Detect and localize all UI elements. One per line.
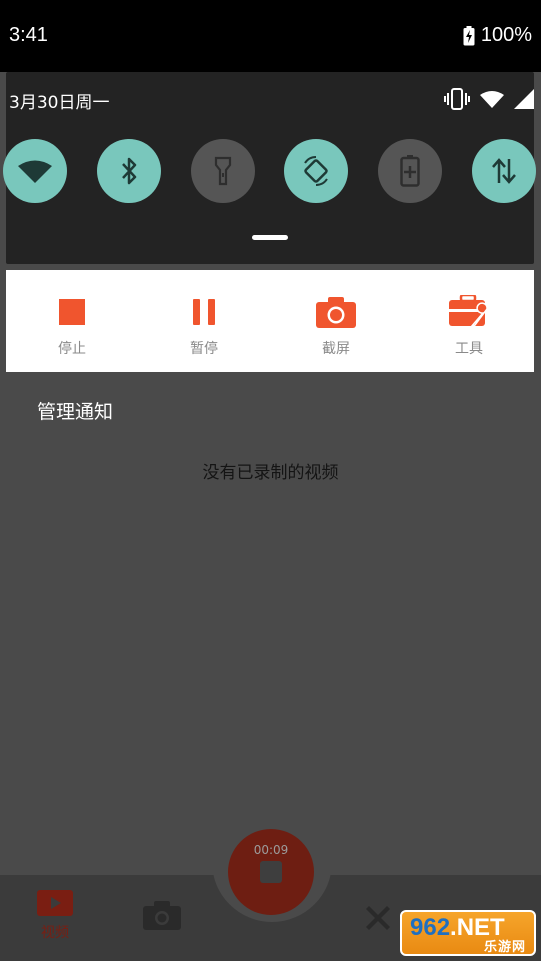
- watermark-number: 962: [410, 914, 451, 941]
- qs-tile-rotate[interactable]: [284, 139, 348, 203]
- qs-tile-battery-saver[interactable]: [378, 139, 442, 203]
- nav-tools-tab[interactable]: [363, 903, 393, 937]
- notif-pause-label: 暂停: [190, 341, 218, 357]
- notif-tools-button[interactable]: 工具: [429, 292, 509, 358]
- qs-date: 3月30日周一: [9, 93, 110, 113]
- manage-notifications-link[interactable]: 管理通知: [37, 397, 113, 424]
- flashlight-icon: [214, 156, 232, 186]
- stop-icon: [59, 299, 85, 325]
- tools-icon: [366, 906, 390, 930]
- wifi-signal-icon: [480, 91, 504, 108]
- battery-saver-icon: [400, 155, 420, 187]
- toolbox-icon: [449, 295, 488, 328]
- nav-video-label: 视频: [41, 925, 69, 941]
- qs-drag-handle[interactable]: [252, 235, 288, 240]
- nav-video-tab[interactable]: 视频: [30, 890, 80, 942]
- qs-tile-mobile-data[interactable]: [472, 139, 536, 203]
- bluetooth-icon: [122, 157, 137, 185]
- notif-screenshot-label: 截屏: [322, 341, 350, 357]
- status-bar: 3:41 100%: [0, 0, 541, 72]
- cell-signal-icon: [514, 89, 534, 109]
- notif-stop-button[interactable]: 停止: [32, 292, 112, 358]
- status-time: 3:41: [9, 24, 48, 46]
- pause-icon: [193, 299, 215, 325]
- camera-icon: [316, 297, 356, 328]
- battery-charging-icon: [463, 25, 475, 45]
- quick-settings-panel: 3月30日周一: [3, 72, 536, 264]
- mobile-data-icon: [492, 158, 516, 184]
- empty-state-message: 没有已录制的视频: [202, 463, 339, 483]
- qs-tile-bluetooth[interactable]: [97, 139, 161, 203]
- notif-screenshot-button[interactable]: 截屏: [296, 292, 376, 358]
- vibrate-icon: [444, 88, 470, 110]
- site-watermark: 962.NET 乐游网: [400, 910, 536, 956]
- recorder-notification: 停止 暂停 截屏 工具: [6, 270, 534, 372]
- battery-indicator: 100%: [463, 24, 532, 47]
- camera-icon: [143, 901, 181, 930]
- wifi-icon: [18, 160, 52, 183]
- watermark-cn: 乐游网: [483, 940, 526, 955]
- qs-tile-wifi[interactable]: [3, 139, 67, 203]
- notif-stop-label: 停止: [58, 341, 86, 357]
- qs-indicators: [444, 88, 534, 110]
- stop-icon: [260, 861, 282, 883]
- nav-screenshot-tab[interactable]: [143, 900, 181, 934]
- record-button[interactable]: 00:09: [228, 829, 314, 915]
- notif-pause-button[interactable]: 暂停: [164, 292, 244, 358]
- auto-rotate-icon: [304, 155, 328, 187]
- video-icon: [37, 890, 73, 916]
- qs-tile-flashlight[interactable]: [191, 139, 255, 203]
- record-timer: 00:09: [253, 843, 289, 857]
- battery-percent: 100%: [480, 24, 532, 46]
- notif-tools-label: 工具: [455, 341, 483, 357]
